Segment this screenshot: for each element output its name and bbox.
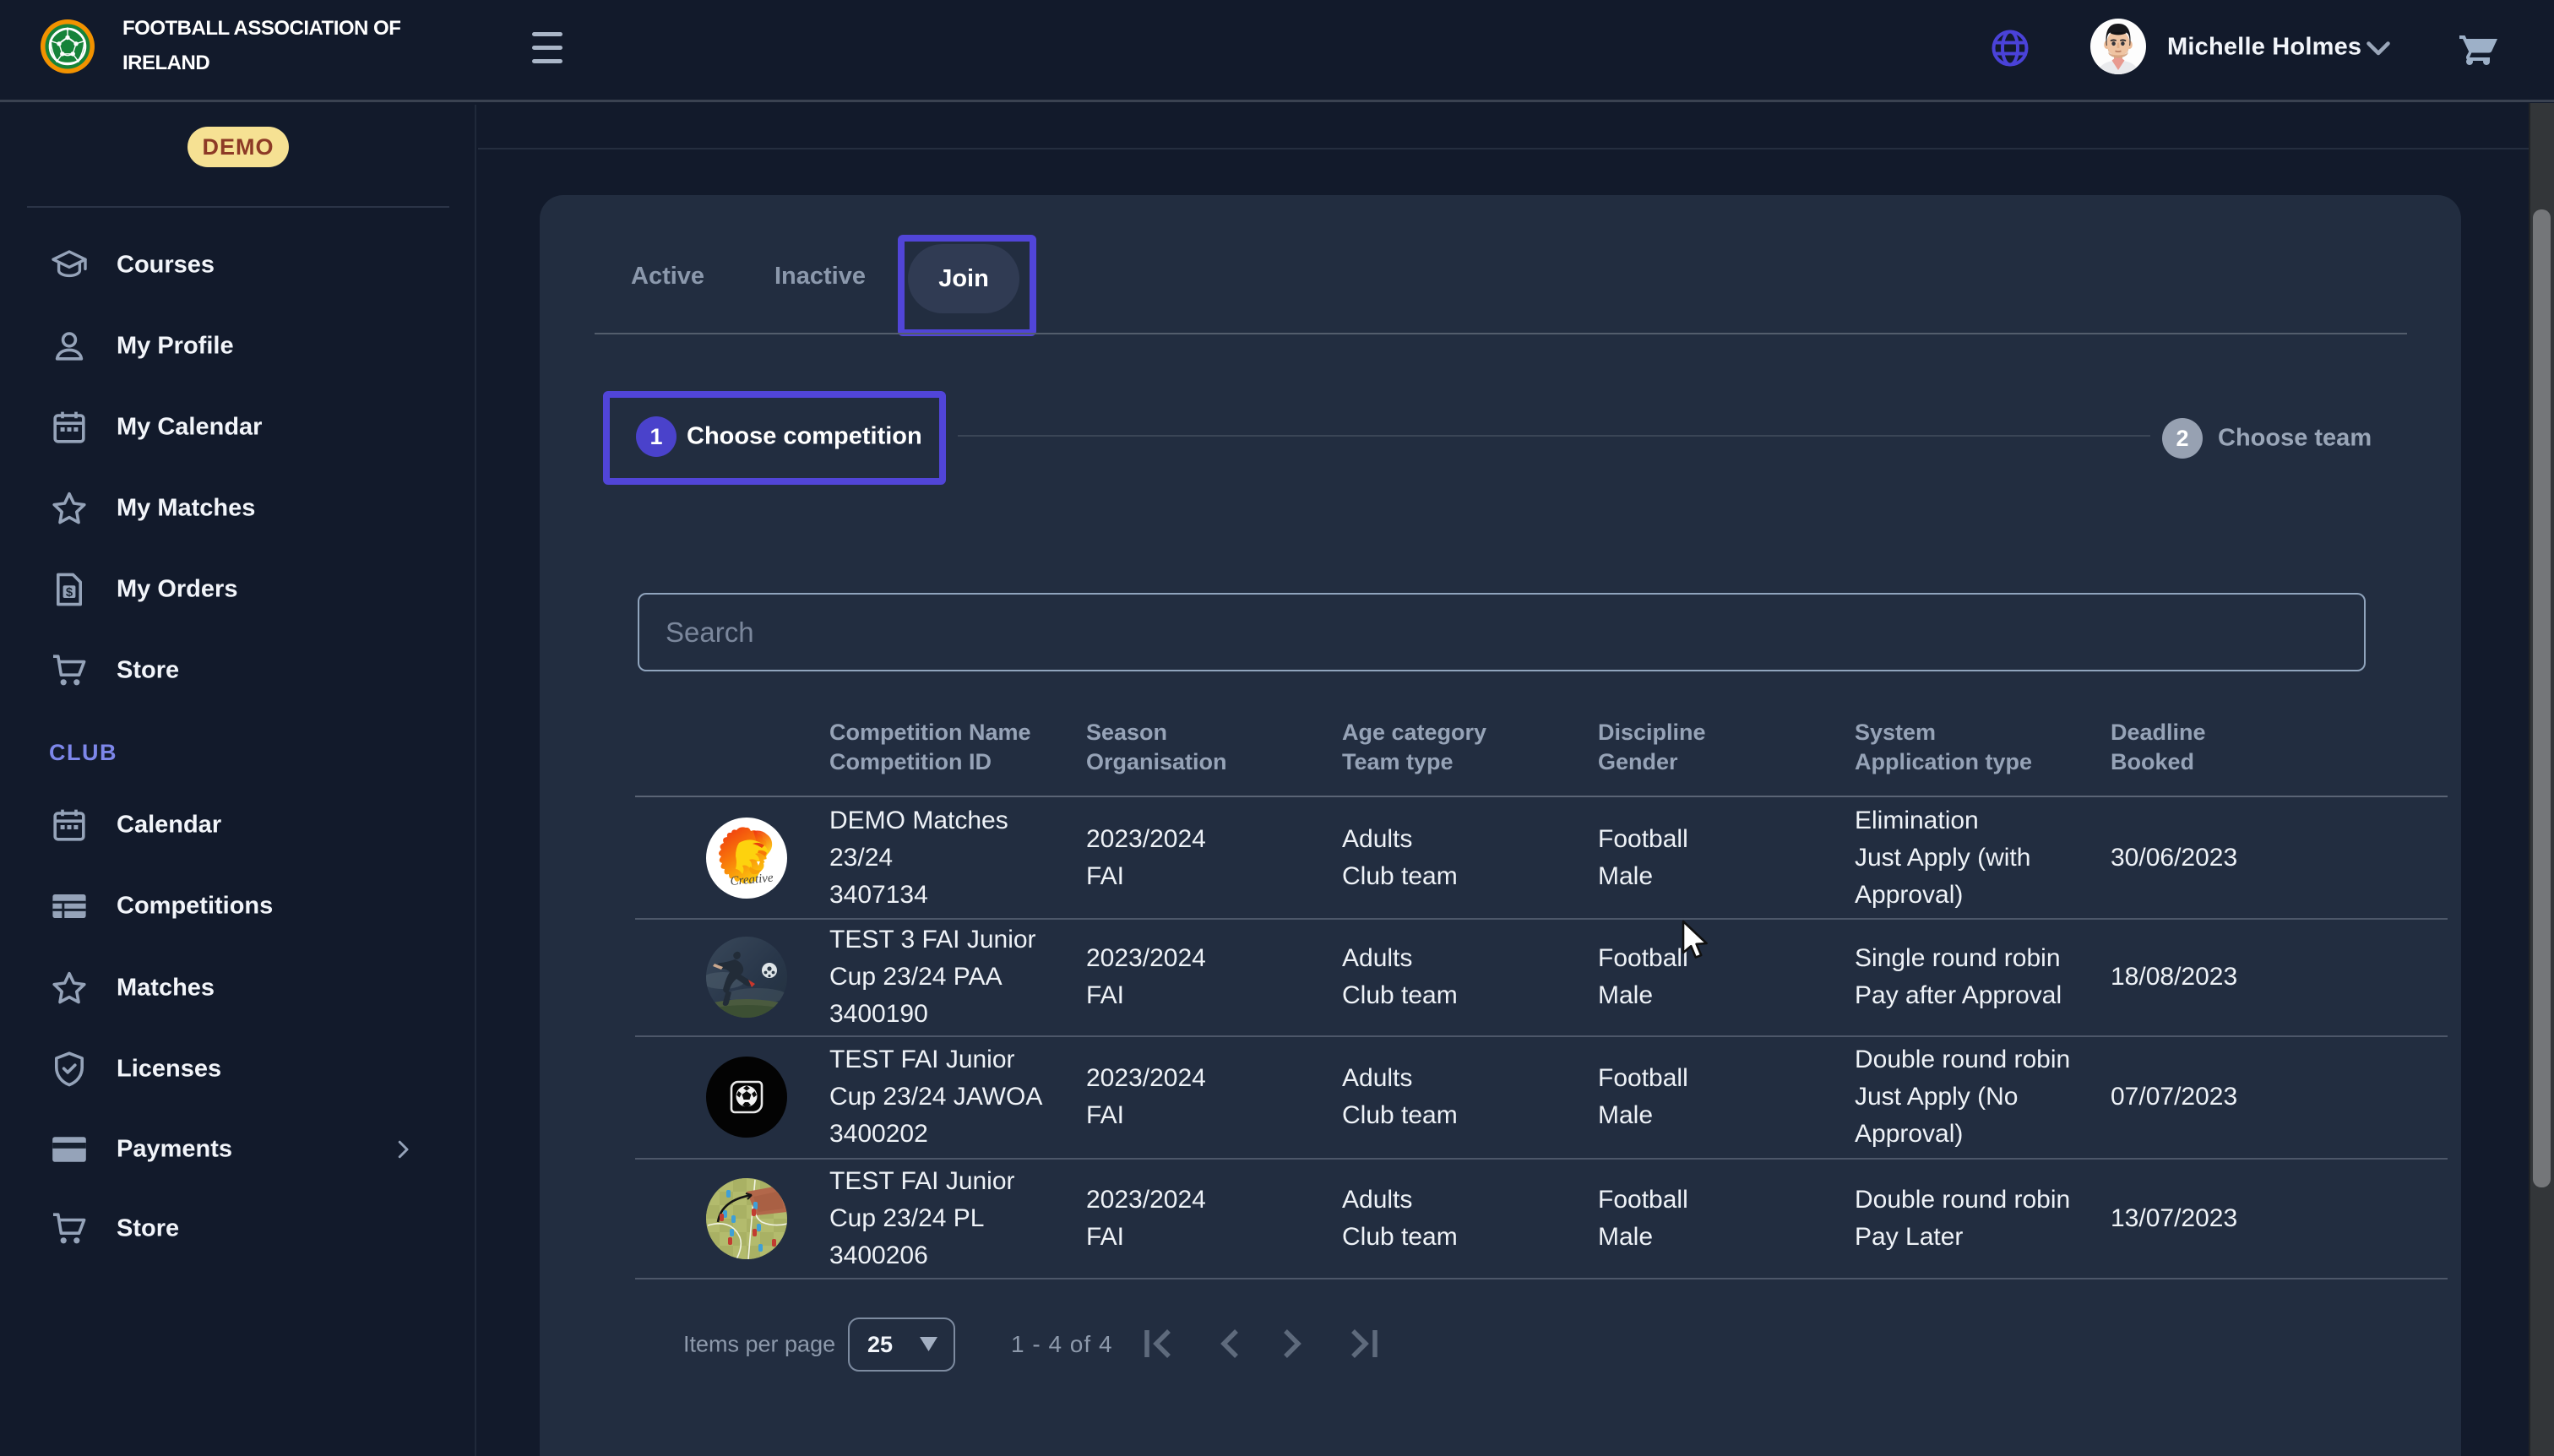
svg-text:$: $ <box>66 586 73 600</box>
